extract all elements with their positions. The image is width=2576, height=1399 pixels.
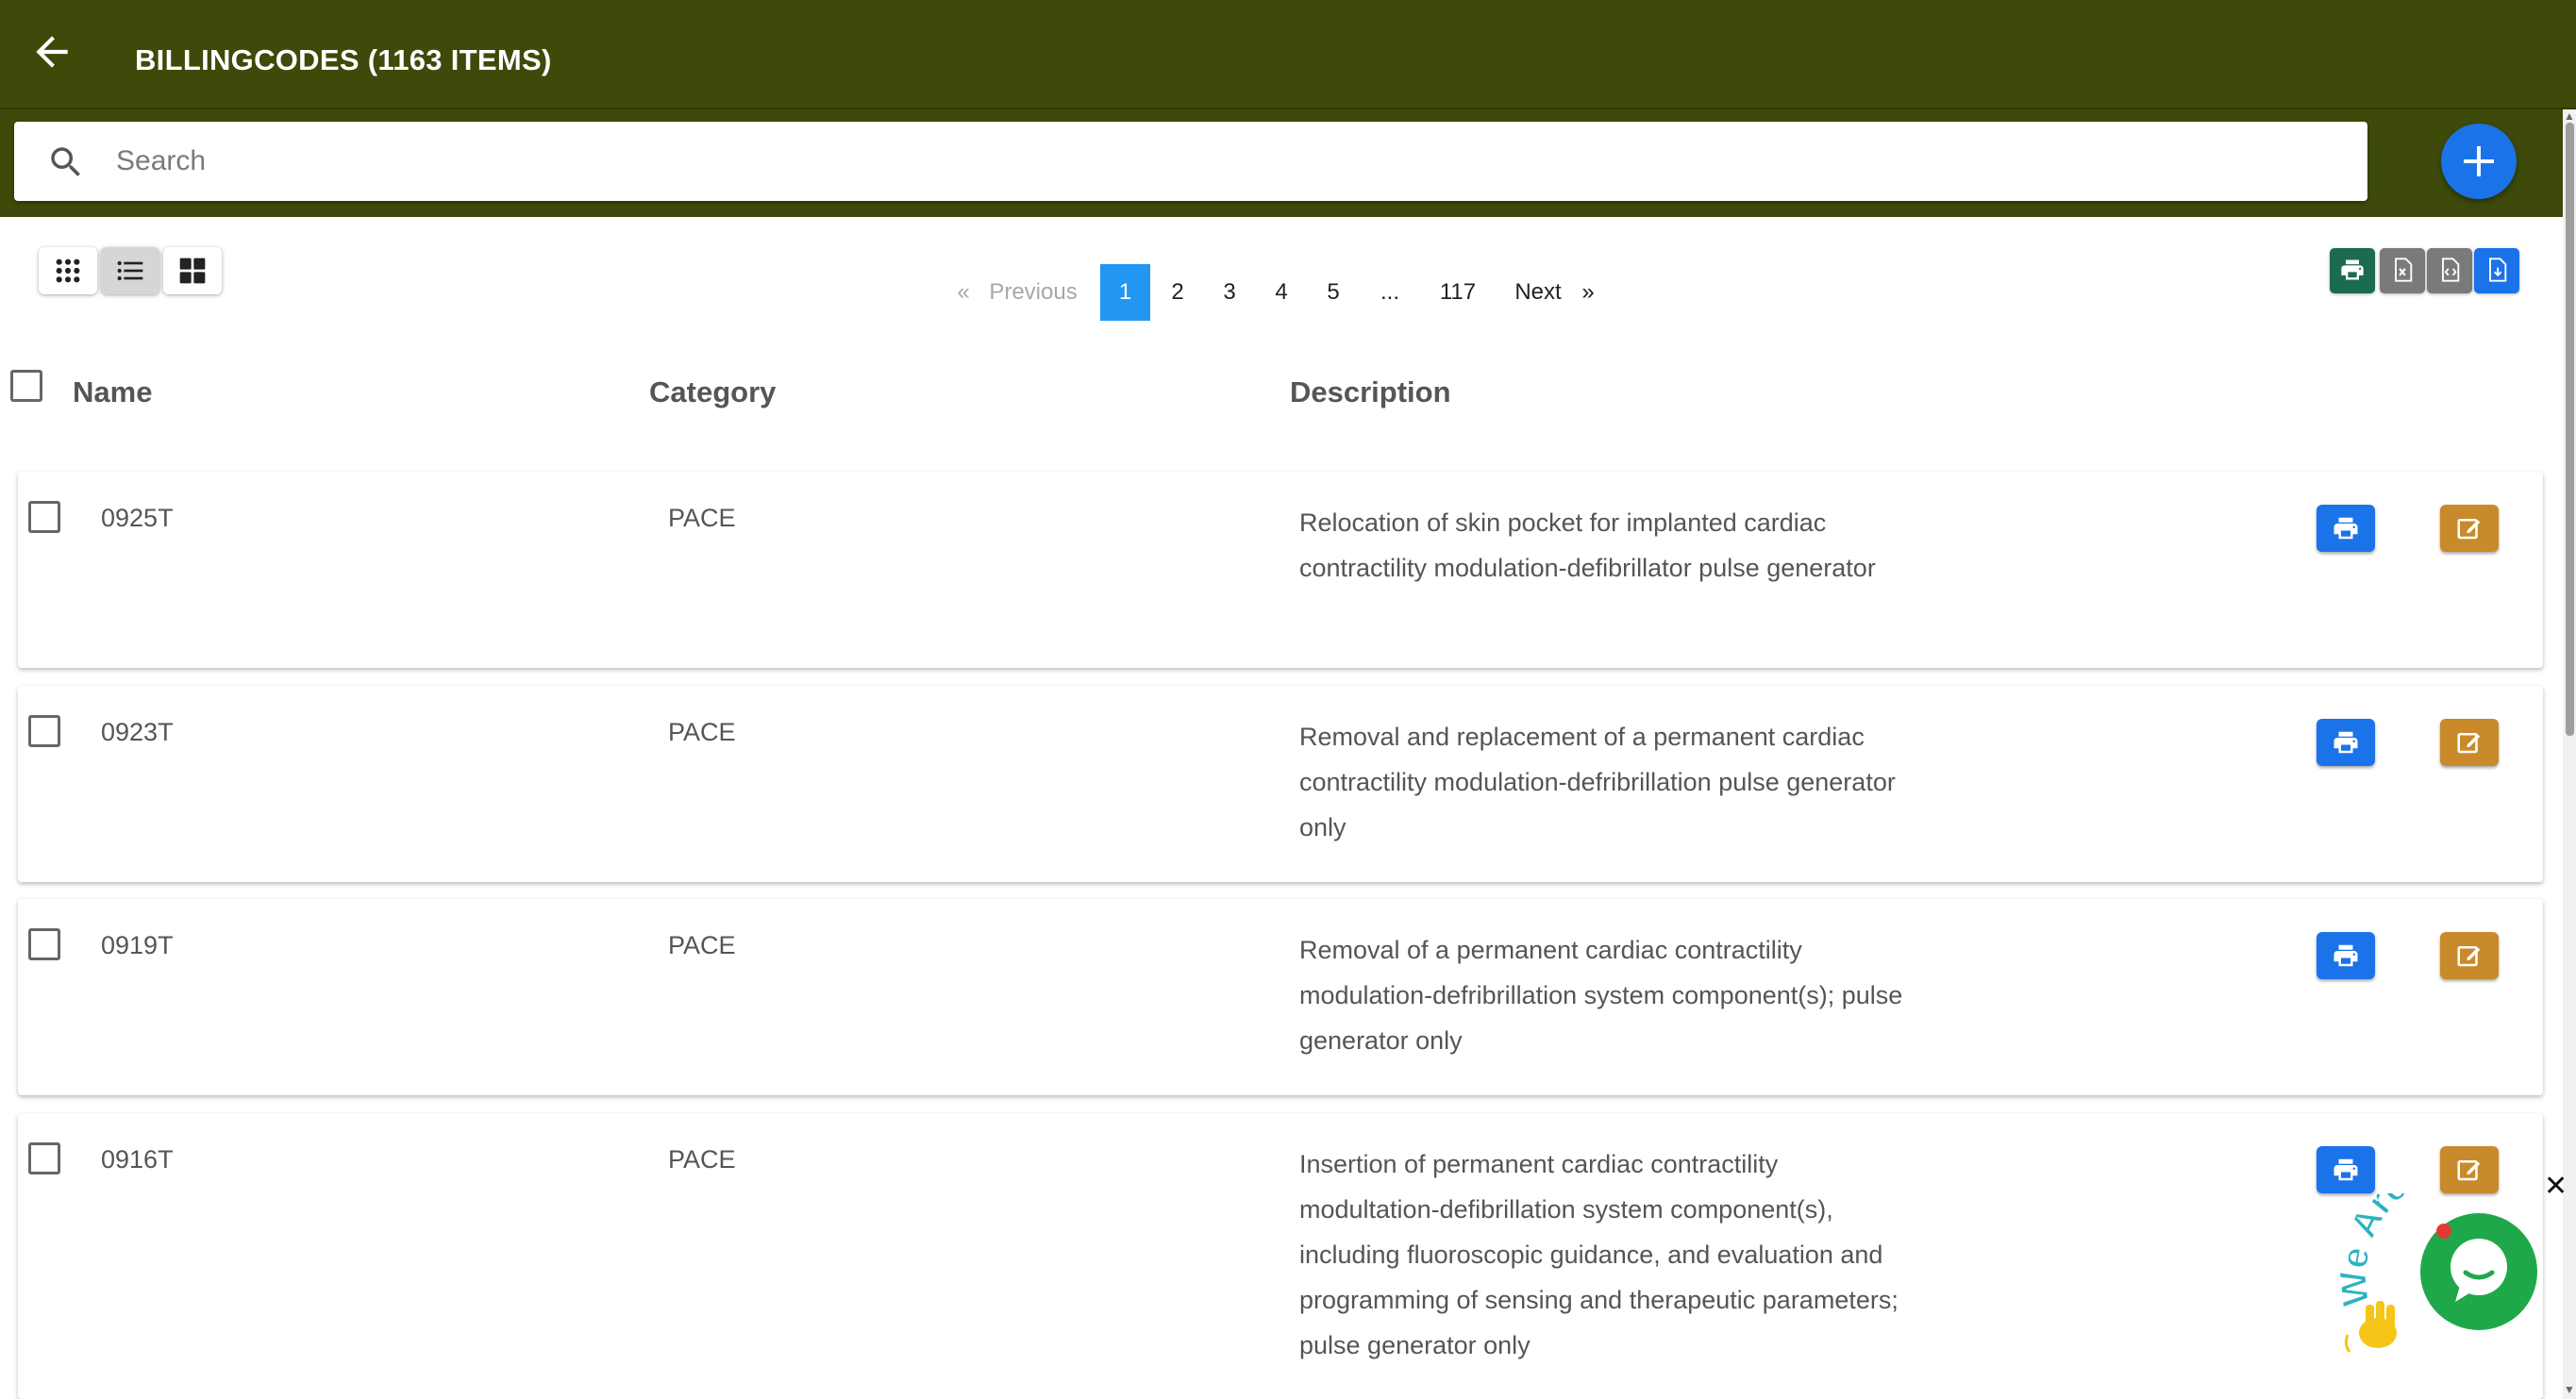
pagination-page-4[interactable]: 4 xyxy=(1257,264,1306,321)
row-print-button[interactable] xyxy=(2317,719,2375,766)
column-header-name[interactable]: Name xyxy=(73,375,152,409)
search-input[interactable] xyxy=(116,135,2343,188)
table-row[interactable]: 0919T PACE Removal of a permanent cardia… xyxy=(18,899,2543,1095)
export-code-button[interactable] xyxy=(2427,248,2472,293)
view-grid-large-button[interactable] xyxy=(163,247,222,294)
row-description: Removal of a permanent cardiac contracti… xyxy=(1299,936,1903,1055)
row-description: Relocation of skin pocket for implanted … xyxy=(1299,508,1876,582)
export-excel-button[interactable] xyxy=(2380,248,2425,293)
code-file-icon xyxy=(2442,258,2460,282)
row-checkbox[interactable] xyxy=(28,928,60,960)
row-print-button[interactable] xyxy=(2317,505,2375,552)
scrollbar-thumb[interactable] xyxy=(2566,123,2574,736)
edit-icon xyxy=(2457,519,2481,540)
column-header-description[interactable]: Description xyxy=(1290,375,1451,409)
table-row[interactable]: 0916T PACE Insertion of permanent cardia… xyxy=(18,1113,2543,1399)
view-grid-small-button[interactable] xyxy=(39,247,97,294)
view-list-button[interactable] xyxy=(101,247,159,294)
row-print-button[interactable] xyxy=(2317,1146,2375,1193)
scroll-up-arrow-icon[interactable]: ▲ xyxy=(2564,109,2575,123)
row-edit-button[interactable] xyxy=(2440,719,2499,766)
row-name: 0923T xyxy=(101,718,174,746)
list-icon xyxy=(117,260,143,281)
export-print-button[interactable] xyxy=(2330,248,2375,293)
pagination-next[interactable]: Next xyxy=(1504,264,1572,321)
print-icon xyxy=(2333,731,2358,754)
grid-dots-icon xyxy=(56,258,80,283)
edit-icon xyxy=(2457,1160,2481,1181)
pagination-page-3[interactable]: 3 xyxy=(1205,264,1254,321)
waving-hand-icon xyxy=(2344,1301,2397,1353)
row-edit-button[interactable] xyxy=(2440,932,2499,979)
search-icon xyxy=(51,147,80,176)
chat-widget[interactable]: We Are Here! xyxy=(2332,1137,2576,1358)
pdf-file-icon xyxy=(2489,258,2507,282)
row-edit-button[interactable] xyxy=(2440,505,2499,552)
arrow-left-icon xyxy=(36,36,68,68)
column-header-category[interactable]: Category xyxy=(649,375,776,409)
pagination-next-symbol[interactable]: » xyxy=(1576,264,1600,321)
pagination-page-5[interactable]: 5 xyxy=(1309,264,1358,321)
row-description: Removal and replacement of a permanent c… xyxy=(1299,723,1896,841)
print-icon xyxy=(2333,944,2358,967)
grid-large-icon xyxy=(179,258,206,284)
page-title: BILLINGCODES (1163 ITEMS) xyxy=(135,43,552,76)
search-bar xyxy=(14,122,2367,201)
row-checkbox[interactable] xyxy=(28,715,60,747)
row-checkbox[interactable] xyxy=(28,501,60,533)
pagination-page-117[interactable]: 117 xyxy=(1430,264,1486,321)
print-icon xyxy=(2341,259,2364,280)
edit-icon xyxy=(2457,946,2481,967)
pagination-page-2[interactable]: 2 xyxy=(1153,264,1202,321)
add-billing-code-button[interactable] xyxy=(2441,124,2517,199)
row-description: Insertion of permanent cardiac contracti… xyxy=(1299,1150,1899,1359)
chat-bubble-icon xyxy=(2420,1213,2537,1330)
scroll-down-arrow-icon[interactable]: ▼ xyxy=(2564,1383,2575,1396)
edit-icon xyxy=(2457,733,2481,754)
export-pdf-button[interactable] xyxy=(2474,248,2519,293)
row-name: 0919T xyxy=(101,931,174,959)
row-category: PACE xyxy=(668,1145,736,1174)
select-all-checkbox[interactable] xyxy=(10,370,42,402)
row-name: 0925T xyxy=(101,504,174,532)
row-category: PACE xyxy=(668,931,736,959)
row-print-button[interactable] xyxy=(2317,932,2375,979)
row-name: 0916T xyxy=(101,1145,174,1174)
pagination-page-1[interactable]: 1 xyxy=(1100,264,1150,321)
print-icon xyxy=(2333,1158,2358,1181)
table-row[interactable]: 0925T PACE Relocation of skin pocket for… xyxy=(18,472,2543,668)
table-row[interactable]: 0923T PACE Removal and replacement of a … xyxy=(18,686,2543,882)
row-checkbox[interactable] xyxy=(28,1142,60,1174)
row-category: PACE xyxy=(668,718,736,746)
pagination-ellipsis: ... xyxy=(1380,279,1399,305)
excel-file-icon xyxy=(2395,258,2413,282)
row-edit-button[interactable] xyxy=(2440,1146,2499,1193)
pagination-prev-symbol: « xyxy=(957,279,970,305)
back-button[interactable] xyxy=(28,28,75,75)
header-divider xyxy=(0,108,2576,109)
row-category: PACE xyxy=(668,504,736,532)
pagination-previous[interactable]: Previous xyxy=(981,264,1085,321)
print-icon xyxy=(2333,517,2358,540)
